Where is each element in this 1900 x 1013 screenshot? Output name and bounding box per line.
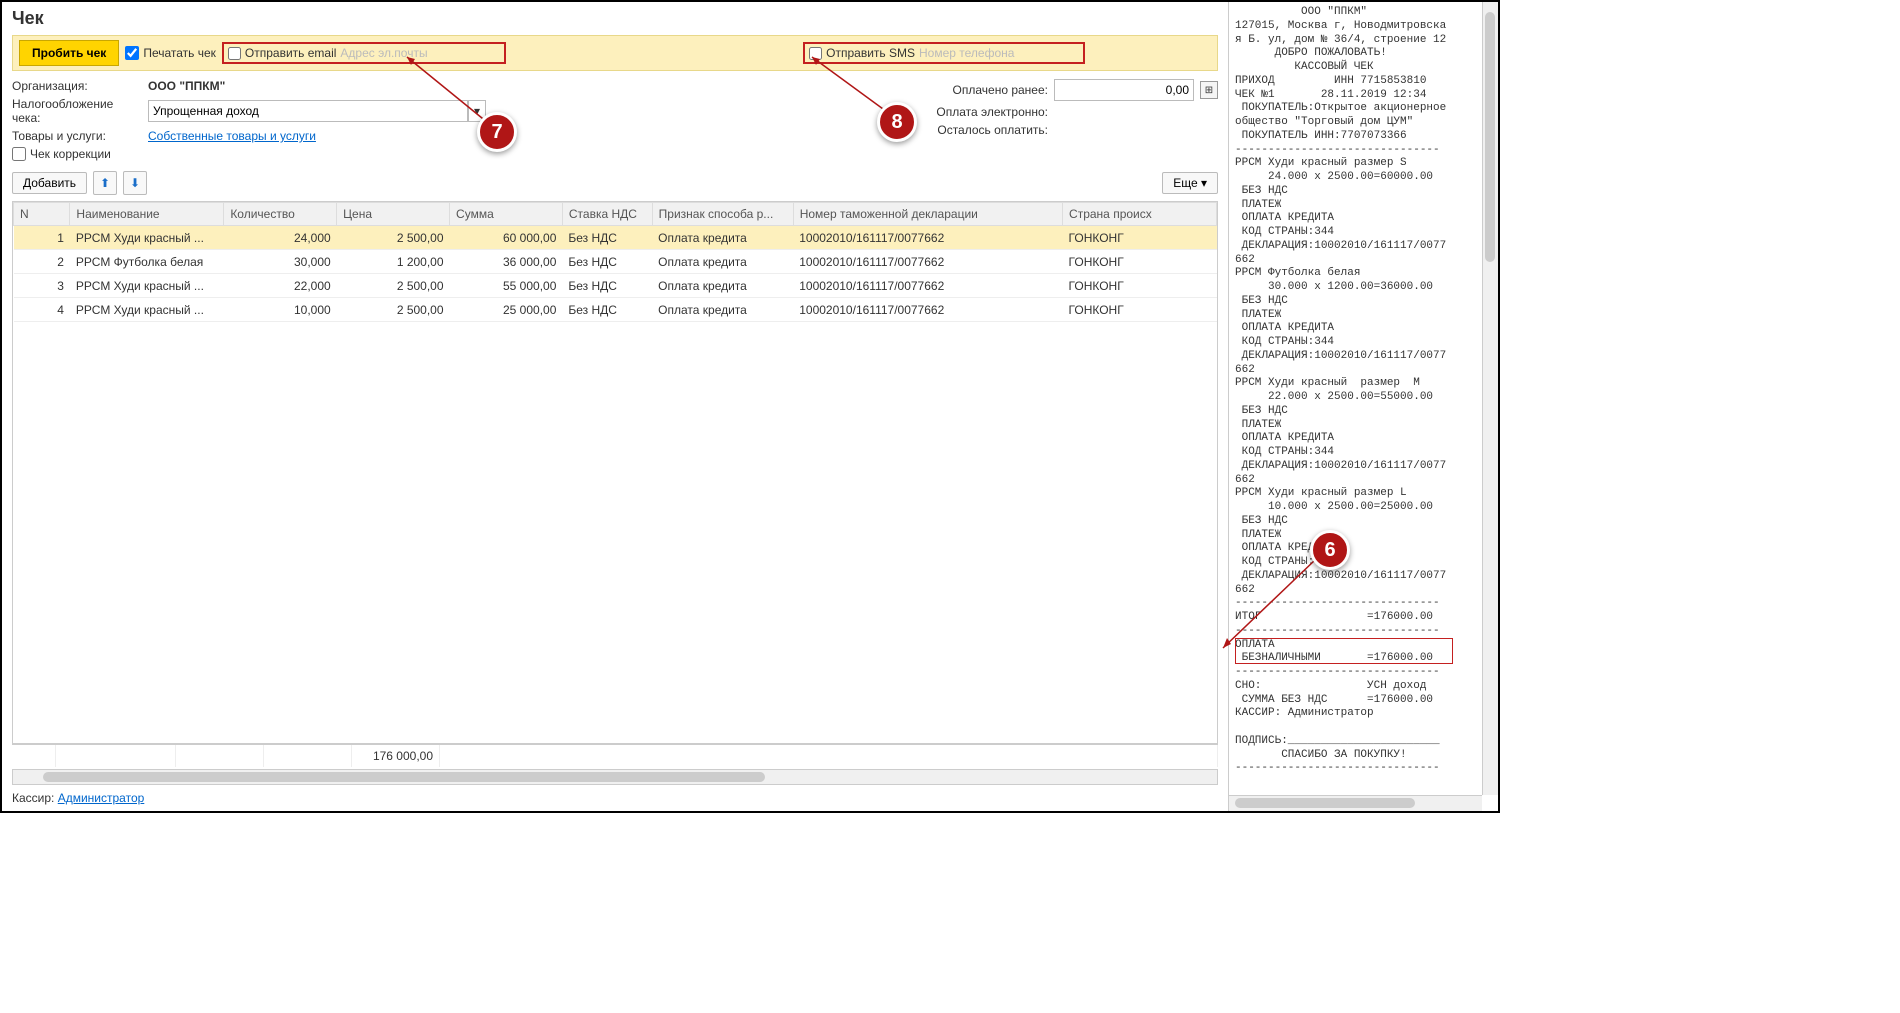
table-cell: 10002010/161117/0077662 [793, 298, 1062, 322]
table-cell: Без НДС [562, 274, 652, 298]
footer-totals: 176 000,00 [12, 744, 1218, 767]
col-header[interactable]: Наименование [70, 203, 224, 226]
table-cell: 1 [14, 226, 70, 250]
correction-label: Чек коррекции [30, 147, 111, 161]
paid-before-input[interactable] [1054, 79, 1194, 101]
table-cell: 24,000 [224, 226, 337, 250]
print-check-input[interactable] [125, 46, 139, 60]
callout-6: 6 [1310, 530, 1350, 570]
items-table[interactable]: NНаименованиеКоличествоЦенаСуммаСтавка Н… [12, 201, 1218, 744]
table-cell: 10002010/161117/0077662 [793, 250, 1062, 274]
table-cell: Оплата кредита [652, 274, 793, 298]
callout-7: 7 [477, 112, 517, 152]
table-cell: 4 [14, 298, 70, 322]
toolbar: Пробить чек Печатать чек Отправить email… [12, 35, 1218, 71]
col-header[interactable]: Цена [337, 203, 450, 226]
table-cell: Оплата кредита [652, 226, 793, 250]
table-cell: 22,000 [224, 274, 337, 298]
col-header[interactable]: Количество [224, 203, 337, 226]
email-input[interactable] [340, 46, 500, 60]
paid-before-label: Оплачено ранее: [908, 83, 1048, 97]
table-hscrollbar[interactable] [12, 769, 1218, 785]
cashier-link[interactable]: Администратор [58, 791, 145, 805]
send-sms-checkbox[interactable] [809, 47, 822, 60]
table-cell: 3 [14, 274, 70, 298]
col-header[interactable]: Страна происх [1063, 203, 1217, 226]
send-email-checkbox[interactable] [228, 47, 241, 60]
table-cell: 2 500,00 [337, 298, 450, 322]
table-cell: 10002010/161117/0077662 [793, 274, 1062, 298]
table-cell: Без НДС [562, 250, 652, 274]
punch-check-button[interactable]: Пробить чек [19, 40, 119, 66]
table-cell: 60 000,00 [450, 226, 563, 250]
table-cell: 1 200,00 [337, 250, 450, 274]
table-cell: 25 000,00 [450, 298, 563, 322]
calculator-icon[interactable]: ⊞ [1200, 81, 1218, 99]
receipt-hscrollbar[interactable] [1229, 795, 1482, 811]
send-email-label: Отправить email [245, 46, 337, 60]
col-header[interactable]: Ставка НДС [562, 203, 652, 226]
correction-input[interactable] [12, 147, 26, 161]
col-header[interactable]: Номер таможенной декларации [793, 203, 1062, 226]
print-check-checkbox[interactable]: Печатать чек [125, 46, 216, 60]
table-cell: 55 000,00 [450, 274, 563, 298]
more-button[interactable]: Еще ▾ [1162, 172, 1218, 194]
receipt-preview: ООО "ППКМ" 127015, Москва г, Новодмитров… [1229, 2, 1498, 811]
table-cell: Без НДС [562, 226, 652, 250]
footer-total: 176 000,00 [352, 745, 440, 767]
move-up-button[interactable]: ⬆ [93, 171, 117, 195]
goods-label: Товары и услуги: [12, 129, 142, 143]
send-email-group: Отправить email [222, 42, 507, 64]
print-check-label: Печатать чек [143, 46, 216, 60]
table-row[interactable]: 4РРСМ Худи красный ...10,0002 500,0025 0… [14, 298, 1217, 322]
tax-select[interactable] [148, 100, 468, 122]
add-button[interactable]: Добавить [12, 172, 87, 194]
table-cell: 10002010/161117/0077662 [793, 226, 1062, 250]
receipt-vscrollbar[interactable] [1482, 2, 1498, 795]
send-sms-label: Отправить SMS [826, 46, 915, 60]
remain-label: Осталось оплатить: [908, 123, 1048, 137]
move-down-button[interactable]: ⬇ [123, 171, 147, 195]
table-cell: ГОНКОНГ [1063, 226, 1217, 250]
cashier-label: Кассир: [12, 791, 54, 805]
table-cell: ГОНКОНГ [1063, 298, 1217, 322]
table-cell: Оплата кредита [652, 250, 793, 274]
table-cell: РРСМ Футболка белая [70, 250, 224, 274]
table-cell: 2 500,00 [337, 226, 450, 250]
table-cell: ГОНКОНГ [1063, 250, 1217, 274]
org-label: Организация: [12, 79, 142, 93]
table-cell: 2 500,00 [337, 274, 450, 298]
sms-input[interactable] [919, 46, 1079, 60]
page-title: Чек [12, 8, 1218, 29]
table-cell: Без НДС [562, 298, 652, 322]
table-cell: РРСМ Худи красный ... [70, 226, 224, 250]
table-cell: 10,000 [224, 298, 337, 322]
table-cell: РРСМ Худи красный ... [70, 298, 224, 322]
col-header[interactable]: N [14, 203, 70, 226]
tax-label: Налогообложение чека: [12, 97, 142, 125]
correction-checkbox[interactable]: Чек коррекции [12, 147, 111, 161]
callout-8: 8 [877, 102, 917, 142]
col-header[interactable]: Сумма [450, 203, 563, 226]
table-cell: ГОНКОНГ [1063, 274, 1217, 298]
col-header[interactable]: Признак способа р... [652, 203, 793, 226]
table-cell: 2 [14, 250, 70, 274]
goods-link[interactable]: Собственные товары и услуги [148, 129, 316, 143]
table-row[interactable]: 3РРСМ Худи красный ...22,0002 500,0055 0… [14, 274, 1217, 298]
table-row[interactable]: 2РРСМ Футболка белая30,0001 200,0036 000… [14, 250, 1217, 274]
table-row[interactable]: 1РРСМ Худи красный ...24,0002 500,0060 0… [14, 226, 1217, 250]
table-cell: 30,000 [224, 250, 337, 274]
table-cell: Оплата кредита [652, 298, 793, 322]
paid-elec-label: Оплата электронно: [908, 105, 1048, 119]
send-sms-group: Отправить SMS [803, 42, 1085, 64]
table-cell: РРСМ Худи красный ... [70, 274, 224, 298]
table-cell: 36 000,00 [450, 250, 563, 274]
org-value: ООО "ППКМ" [148, 79, 225, 93]
